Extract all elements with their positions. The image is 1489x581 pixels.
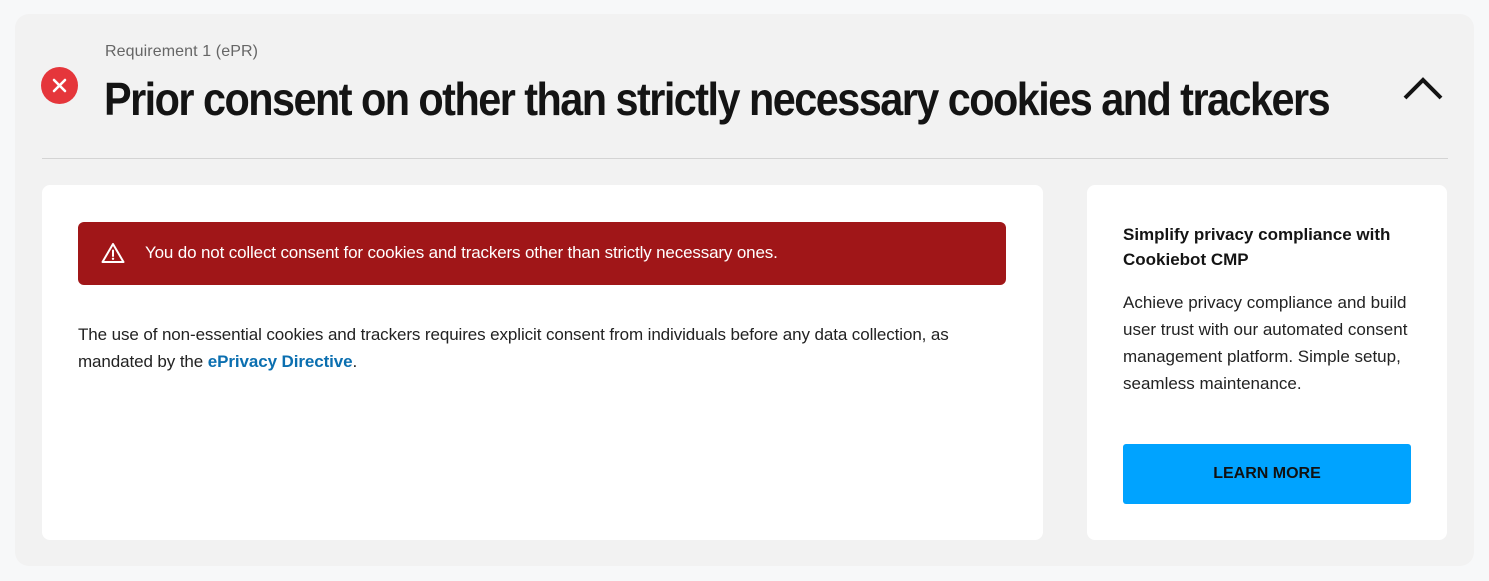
close-circle-icon (41, 67, 78, 104)
requirement-description: The use of non-essential cookies and tra… (78, 321, 1008, 375)
eprivacy-directive-link[interactable]: ePrivacy Directive (208, 352, 353, 371)
promo-card: Simplify privacy compliance with Cookieb… (1087, 185, 1447, 540)
collapse-button[interactable] (1399, 68, 1447, 108)
requirement-label: Requirement 1 (ePR) (105, 43, 259, 60)
error-alert: You do not collect consent for cookies a… (78, 222, 1006, 285)
promo-description: Achieve privacy compliance and build use… (1123, 293, 1408, 393)
details-card: You do not collect consent for cookies a… (42, 185, 1043, 540)
requirement-title: Prior consent on other than strictly nec… (104, 73, 1331, 125)
promo-title: Simplify privacy compliance with Cookieb… (1123, 225, 1391, 269)
learn-more-button[interactable]: LEARN MORE (1123, 444, 1411, 504)
requirement-panel: Requirement 1 (ePR) Prior consent on oth… (15, 14, 1474, 566)
description-end: . (352, 352, 358, 371)
chevron-up-icon (1403, 77, 1443, 100)
header-divider (42, 158, 1448, 159)
warning-triangle-icon (101, 242, 125, 269)
alert-message: You do not collect consent for cookies a… (145, 243, 778, 262)
